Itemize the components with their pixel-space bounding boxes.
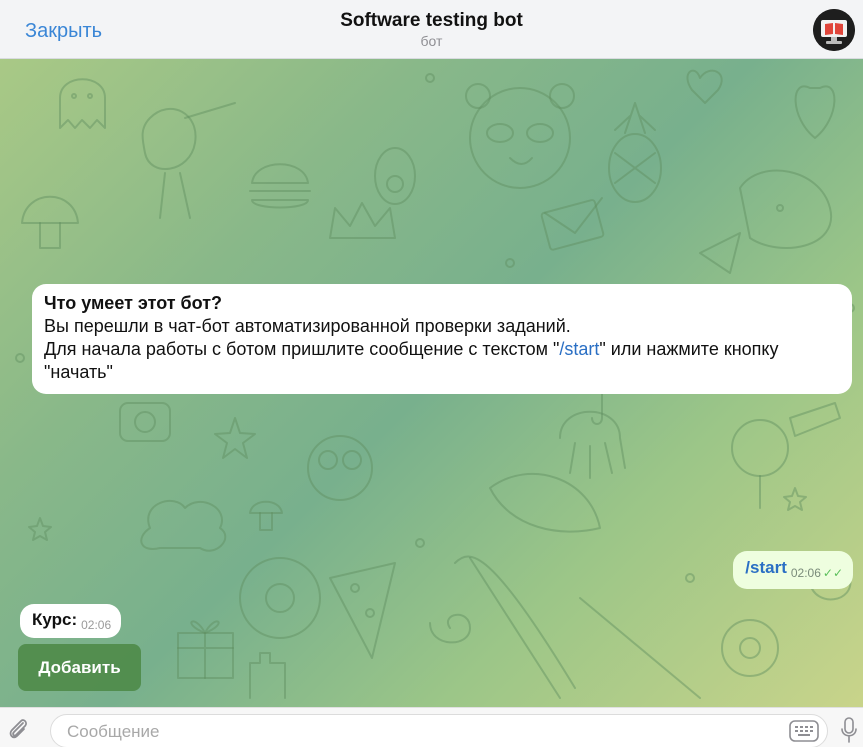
chat-header: Закрыть Software testing bot бот [0, 0, 863, 59]
book-monitor-icon [813, 9, 855, 51]
message-time: 02:06 [790, 566, 821, 580]
bot-info-title: Что умеет этот бот? [44, 293, 223, 313]
add-button[interactable]: Добавить [18, 644, 141, 691]
bot-info-line: Для начала работы с ботом пришлите сообщ… [44, 338, 840, 384]
bot-info-text: Для начала работы с ботом пришлите сообщ… [44, 339, 560, 359]
incoming-message[interactable]: Курс: 02:06 [20, 604, 122, 638]
bot-info-line: Вы перешли в чат-бот автоматизированной … [44, 316, 571, 336]
message-text: Курс: [32, 610, 78, 629]
message-input[interactable] [65, 720, 769, 744]
bot-avatar[interactable] [813, 9, 855, 51]
message-text[interactable]: /start [745, 558, 787, 577]
paperclip-icon[interactable] [4, 715, 32, 743]
start-command-link[interactable]: /start [559, 339, 599, 359]
chat-area[interactable]: Что умеет этот бот? Вы перешли в чат-бот… [0, 58, 863, 707]
message-time: 02:06 [81, 618, 112, 632]
microphone-icon[interactable] [839, 716, 859, 744]
keyboard-icon[interactable] [789, 720, 819, 742]
outgoing-message[interactable]: /start 02:06 ✓✓ [733, 551, 853, 589]
chat-title-block: Software testing bot бот [0, 10, 863, 49]
message-input-wrap[interactable] [50, 714, 828, 747]
chat-subtitle: бот [420, 33, 443, 49]
chat-title: Software testing bot [340, 10, 523, 31]
telegram-chat-window: Закрыть Software testing bot бот Что уме… [0, 0, 863, 747]
double-check-icon: ✓✓ [822, 566, 843, 580]
bot-info-card: Что умеет этот бот? Вы перешли в чат-бот… [32, 284, 852, 394]
message-composer [0, 707, 863, 747]
